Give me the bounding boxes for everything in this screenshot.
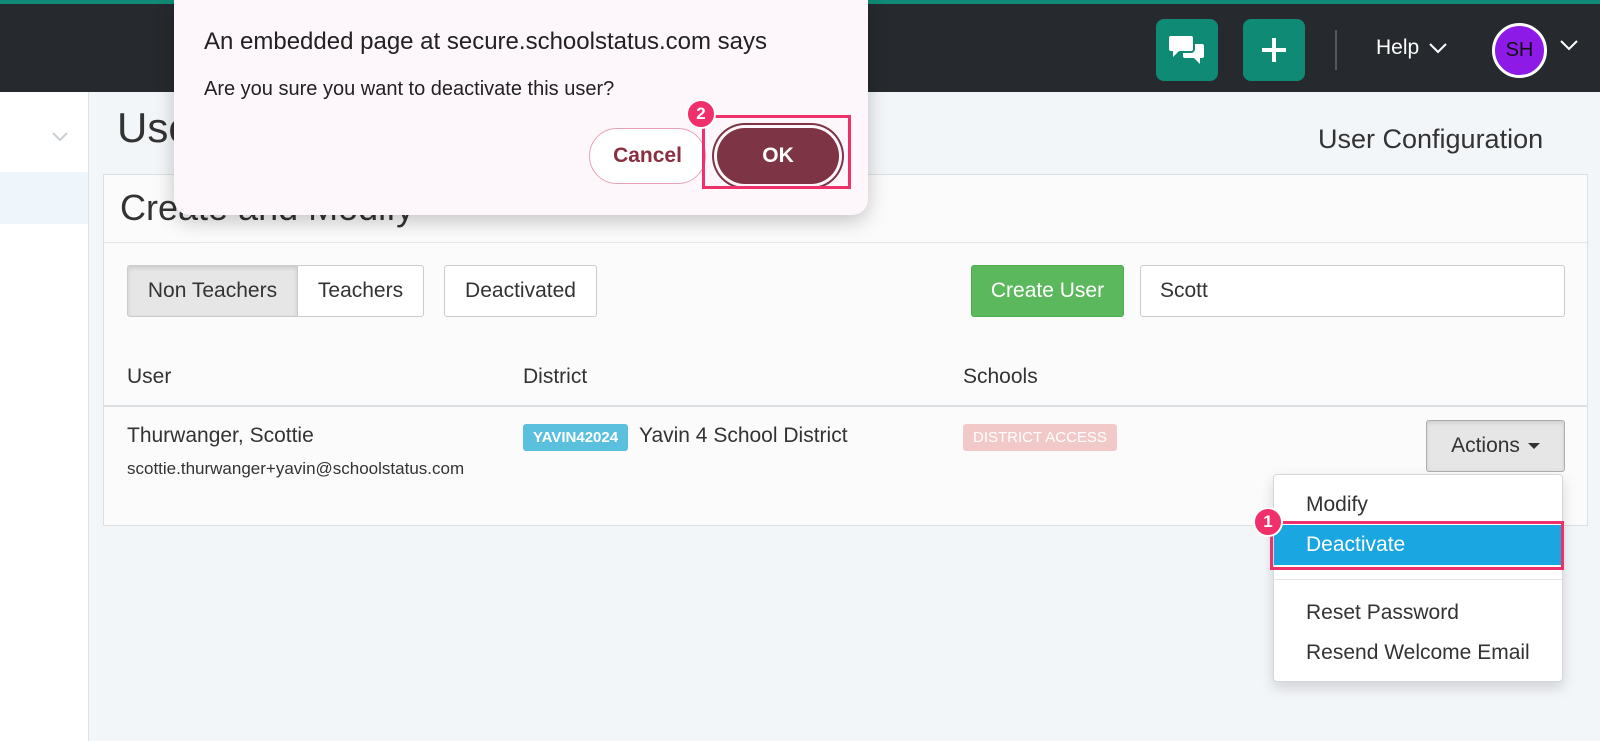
column-header-user: User	[127, 365, 172, 388]
column-header-district: District	[523, 365, 588, 388]
menu-item-reset-password[interactable]: Reset Password	[1274, 593, 1562, 633]
chat-bubbles-icon	[1169, 36, 1204, 64]
chevron-down-icon[interactable]	[1560, 40, 1578, 51]
tab-teachers[interactable]: Teachers	[297, 265, 424, 317]
sidebar: ment tion	[0, 92, 89, 741]
tab-deactivated[interactable]: Deactivated	[444, 265, 597, 317]
help-label: Help	[1376, 36, 1420, 59]
district-name: Yavin 4 School District	[639, 424, 848, 447]
menu-item-modify[interactable]: Modify	[1274, 485, 1562, 525]
tab-non-teachers[interactable]: Non Teachers	[127, 265, 298, 317]
chevron-down-icon[interactable]	[52, 132, 68, 142]
district-access-badge: DISTRICT ACCESS	[963, 424, 1117, 451]
plus-icon	[1262, 38, 1286, 62]
cancel-button[interactable]: Cancel	[589, 128, 706, 184]
actions-menu: Modify Deactivate Reset Password Resend …	[1273, 474, 1563, 682]
actions-dropdown-button[interactable]: Actions	[1426, 420, 1565, 472]
menu-item-resend-welcome-email[interactable]: Resend Welcome Email	[1274, 633, 1562, 673]
dialog-title: An embedded page at secure.schoolstatus.…	[204, 28, 767, 55]
navbar-divider	[1335, 30, 1337, 70]
messages-button[interactable]	[1156, 19, 1218, 81]
sidebar-item-user-management[interactable]: ment	[0, 172, 88, 224]
step-badge-1: 1	[1253, 507, 1283, 537]
user-email: scottie.thurwanger+yavin@schoolstatus.co…	[127, 459, 465, 478]
dialog-message: Are you sure you want to deactivate this…	[204, 78, 615, 100]
menu-divider	[1274, 579, 1562, 580]
avatar-initials: SH	[1505, 39, 1534, 61]
caret-down-icon	[1527, 443, 1540, 449]
user-name: Thurwanger, Scottie	[127, 424, 314, 447]
user-configuration-label: User Configuration	[1318, 124, 1544, 154]
create-user-button[interactable]: Create User	[971, 265, 1124, 317]
district-code-badge: YAVIN42024	[523, 424, 629, 451]
sidebar-item-configuration[interactable]: tion	[0, 240, 32, 263]
highlight-frame-ok	[702, 115, 851, 189]
search-input[interactable]	[1140, 265, 1565, 317]
user-avatar[interactable]: SH	[1492, 23, 1547, 78]
table-header-divider	[104, 405, 1587, 407]
add-button[interactable]	[1243, 19, 1305, 81]
chevron-down-icon	[1429, 42, 1447, 53]
actions-label: Actions	[1451, 434, 1520, 457]
help-menu[interactable]: Help	[1376, 36, 1447, 60]
highlight-frame-deactivate	[1270, 521, 1564, 570]
step-badge-2: 2	[686, 99, 716, 129]
column-header-schools: Schools	[963, 365, 1038, 388]
